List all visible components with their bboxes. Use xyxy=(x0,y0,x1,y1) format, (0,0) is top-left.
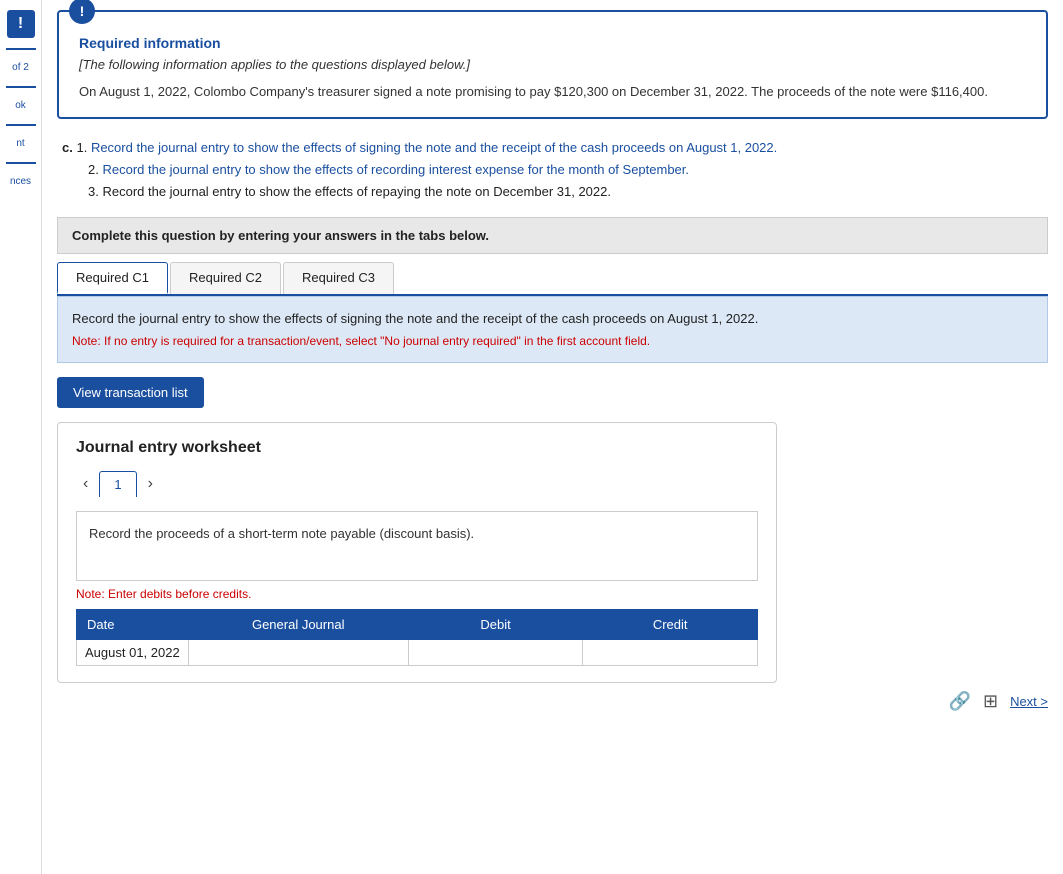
info-box-subtitle: [The following information applies to th… xyxy=(79,57,1026,72)
sidebar-divider4 xyxy=(6,162,36,164)
instruction-bar: Complete this question by entering your … xyxy=(57,217,1048,254)
note-enter-debits: Note: Enter debits before credits. xyxy=(76,587,758,601)
debit-cell[interactable] xyxy=(408,640,583,666)
question-item-1-number: 1. xyxy=(76,140,87,155)
grid-icon: ⊞ xyxy=(983,691,998,711)
question-section: c. 1. Record the journal entry to show t… xyxy=(57,137,1048,203)
table-row: August 01, 2022 xyxy=(77,640,758,666)
journal-worksheet-title: Journal entry worksheet xyxy=(76,439,758,457)
tab-required-c3[interactable]: Required C3 xyxy=(283,262,394,294)
general-journal-cell[interactable] xyxy=(188,640,408,666)
sidebar-divider3 xyxy=(6,124,36,126)
sidebar-item-nt[interactable]: nt xyxy=(13,136,27,152)
tab-required-c1[interactable]: Required C1 xyxy=(57,262,168,294)
blue-info-area: Record the journal entry to show the eff… xyxy=(57,296,1048,364)
page-tab-1[interactable]: 1 xyxy=(99,471,136,497)
bottom-bar: 🔗 ⊞ Next > xyxy=(57,683,1048,720)
worksheet-description-text: Record the proceeds of a short-term note… xyxy=(89,526,474,541)
journal-worksheet: Journal entry worksheet ‹ 1 › Record the… xyxy=(57,422,777,683)
sidebar-icon-label: ! xyxy=(18,15,23,33)
sidebar-item-of2[interactable]: of 2 xyxy=(9,60,32,76)
question-item-3-text: Record the journal entry to show the eff… xyxy=(102,184,611,199)
link-icon-button[interactable]: 🔗 xyxy=(949,691,971,712)
col-header-general-journal: General Journal xyxy=(188,610,408,640)
question-item-2-text: Record the journal entry to show the eff… xyxy=(102,162,689,177)
credit-input[interactable] xyxy=(591,645,749,660)
question-item-3-number: 3. xyxy=(88,184,99,199)
info-box-title: Required information xyxy=(79,35,1026,51)
view-transaction-list-button[interactable]: View transaction list xyxy=(57,377,204,408)
blue-info-note: Note: If no entry is required for a tran… xyxy=(72,332,1033,350)
info-box-icon: ! xyxy=(69,0,95,24)
question-item-1-text: Record the journal entry to show the eff… xyxy=(91,140,777,155)
blue-info-text: Record the journal entry to show the eff… xyxy=(72,309,1033,329)
col-header-date: Date xyxy=(77,610,189,640)
general-journal-input[interactable] xyxy=(197,645,400,660)
col-header-debit: Debit xyxy=(408,610,583,640)
next-button[interactable]: Next > xyxy=(1010,694,1048,709)
info-box: ! Required information [The following in… xyxy=(57,10,1048,119)
info-box-body: On August 1, 2022, Colombo Company's tre… xyxy=(79,82,1026,102)
sidebar-divider xyxy=(6,48,36,50)
question-label: c. xyxy=(62,140,73,155)
journal-table: Date General Journal Debit Credit August… xyxy=(76,609,758,666)
sidebar: ! of 2 ok nt nces xyxy=(0,0,42,874)
question-list: c. 1. Record the journal entry to show t… xyxy=(62,137,1048,203)
tab-required-c2[interactable]: Required C2 xyxy=(170,262,281,294)
info-box-body-text: On August 1, 2022, Colombo Company's tre… xyxy=(79,84,988,99)
date-cell: August 01, 2022 xyxy=(77,640,189,666)
next-page-button[interactable]: › xyxy=(141,472,160,496)
sidebar-item-nces[interactable]: nces xyxy=(7,174,34,190)
page-nav: ‹ 1 › xyxy=(76,471,758,497)
question-item-2-number: 2. xyxy=(88,162,99,177)
prev-page-button[interactable]: ‹ xyxy=(76,472,95,496)
debit-input[interactable] xyxy=(417,645,575,660)
sidebar-icon: ! xyxy=(7,10,35,38)
date-value: August 01, 2022 xyxy=(85,645,180,660)
credit-cell[interactable] xyxy=(583,640,758,666)
grid-icon-button[interactable]: ⊞ xyxy=(983,691,998,712)
col-header-credit: Credit xyxy=(583,610,758,640)
tabs-container: Required C1 Required C2 Required C3 xyxy=(57,262,1048,296)
sidebar-item-ok[interactable]: ok xyxy=(12,98,29,114)
instruction-bar-text: Complete this question by entering your … xyxy=(72,228,489,243)
main-content: ! Required information [The following in… xyxy=(42,0,1063,874)
sidebar-divider2 xyxy=(6,86,36,88)
link-icon: 🔗 xyxy=(949,691,971,711)
worksheet-description: Record the proceeds of a short-term note… xyxy=(76,511,758,581)
